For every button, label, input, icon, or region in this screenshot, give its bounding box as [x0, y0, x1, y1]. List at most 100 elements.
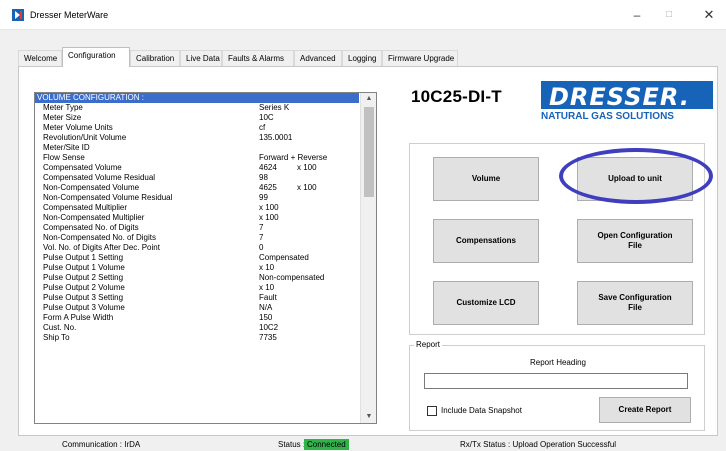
close-button[interactable]: ✕ [698, 6, 720, 24]
config-row[interactable]: Compensated Multiplier x 100 [35, 203, 359, 213]
config-row-label: Non-Compensated No. of Digits [43, 233, 156, 242]
include-data-snapshot-label: Include Data Snapshot [441, 406, 522, 415]
save-configuration-file-button[interactable]: Save Configuration File [577, 281, 693, 325]
report-group-title: Report [414, 340, 443, 349]
minimize-button[interactable]: – [626, 6, 648, 24]
config-row[interactable]: Non-Compensated No. of Digits 7 [35, 233, 359, 243]
customize-lcd-button[interactable]: Customize LCD [433, 281, 539, 325]
config-row[interactable]: Compensated Volume Residual 98 [35, 173, 359, 183]
config-row-value: 0 [259, 243, 264, 252]
config-rows: Meter Type Series K Meter Size 10C Meter Vol… [35, 103, 359, 343]
config-row-value: N/A [259, 303, 273, 312]
compensations-button[interactable]: Compensations [433, 219, 539, 263]
config-row-value: x 10 [259, 263, 275, 272]
tab-strip: Welcome Configuration Calibration Live D… [18, 47, 718, 67]
config-row[interactable]: Non-Compensated Volume 4625 x 100 [35, 183, 359, 193]
config-row-value: 4624 [259, 163, 277, 172]
config-row[interactable]: Pulse Output 1 Volume x 10 [35, 263, 359, 273]
include-data-snapshot-checkbox[interactable] [427, 406, 437, 416]
logo-subtitle: NATURAL GAS SOLUTIONS [541, 111, 674, 122]
tab-faults-alarms[interactable]: Faults & Alarms [222, 50, 294, 66]
config-row[interactable]: Revolution/Unit Volume 135.0001 [35, 133, 359, 143]
config-row[interactable]: Non-Compensated Multiplier x 100 [35, 213, 359, 223]
status-label: Status : [278, 440, 306, 449]
config-row-label: Meter Type [43, 103, 83, 112]
report-heading-label: Report Heading [529, 358, 587, 367]
scroll-down-arrow-icon[interactable]: ▼ [361, 411, 376, 423]
config-row[interactable]: Compensated No. of Digits 7 [35, 223, 359, 233]
config-row[interactable]: Cust. No. 10C2 [35, 323, 359, 333]
config-row[interactable]: Pulse Output 3 Setting Fault [35, 293, 359, 303]
config-row-label: Non-Compensated Volume [43, 183, 140, 192]
config-row-label: Compensated No. of Digits [43, 223, 139, 232]
config-row[interactable]: Ship To 7735 [35, 333, 359, 343]
config-row-label: Meter/Site ID [43, 143, 90, 152]
config-list-scrollbar[interactable]: ▲ ▼ [360, 93, 376, 423]
tab-configuration[interactable]: Configuration [62, 47, 130, 67]
scroll-thumb[interactable] [364, 107, 374, 197]
open-configuration-file-button[interactable]: Open Configuration File [577, 219, 693, 263]
config-row-value: 135.0001 [259, 133, 293, 142]
config-row-label: Revolution/Unit Volume [43, 133, 127, 142]
tab-welcome[interactable]: Welcome [18, 50, 62, 66]
config-row-label: Pulse Output 3 Setting [43, 293, 124, 302]
config-row[interactable]: Meter Size 10C [35, 113, 359, 123]
config-row-label: Pulse Output 1 Volume [43, 263, 125, 272]
config-row-value: 10C [259, 113, 274, 122]
config-row-label: Pulse Output 2 Setting [43, 273, 124, 282]
config-row[interactable]: Pulse Output 3 Volume N/A [35, 303, 359, 313]
config-row-label: Compensated Volume [43, 163, 122, 172]
config-row-value: 150 [259, 313, 273, 322]
window-title: Dresser MeterWare [30, 10, 109, 20]
tab-live-data[interactable]: Live Data [180, 50, 222, 66]
volume-configuration-list[interactable]: VOLUME CONFIGURATION : Meter Type Series … [34, 92, 377, 424]
config-row[interactable]: Non-Compensated Volume Residual 99 [35, 193, 359, 203]
tab-calibration[interactable]: Calibration [130, 50, 180, 66]
config-row-value: Forward + Reverse [259, 153, 328, 162]
app-logo-icon [12, 9, 24, 21]
config-row-value: Series K [259, 103, 290, 112]
create-report-button[interactable]: Create Report [599, 397, 691, 423]
config-row[interactable]: Meter Volume Units cf [35, 123, 359, 133]
config-row-label: Compensated Multiplier [43, 203, 128, 212]
config-row-value: 10C2 [259, 323, 279, 332]
tab-logging[interactable]: Logging [342, 50, 382, 66]
config-row-label: Pulse Output 1 Setting [43, 253, 124, 262]
config-row-multiplier: x 100 [297, 183, 317, 192]
config-row-label: Vol. No. of Digits After Dec. Point [43, 243, 160, 252]
report-heading-input[interactable] [424, 373, 688, 389]
dresser-logo: DRESSER. NATURAL GAS SOLUTIONS [529, 75, 715, 131]
config-row[interactable]: Pulse Output 1 Setting Compensated [35, 253, 359, 263]
upload-highlight-ring [559, 148, 713, 204]
tab-advanced[interactable]: Advanced [294, 50, 342, 66]
config-list-header: VOLUME CONFIGURATION : [35, 93, 359, 103]
config-row-value: Non-compensated [259, 273, 325, 282]
config-row-multiplier: x 100 [297, 163, 317, 172]
title-bar: Dresser MeterWare – □ ✕ [0, 0, 726, 30]
config-row-value: 99 [259, 193, 268, 202]
volume-button[interactable]: Volume [433, 157, 539, 201]
config-row[interactable]: Flow Sense Forward + Reverse [35, 153, 359, 163]
maximize-button[interactable]: □ [658, 6, 680, 24]
config-row-value: 4625 [259, 183, 277, 192]
config-row[interactable]: Meter/Site ID [35, 143, 359, 153]
config-row-label: Meter Size [43, 113, 82, 122]
tab-firmware-upgrade[interactable]: Firmware Upgrade [382, 50, 458, 66]
config-row[interactable]: Pulse Output 2 Volume x 10 [35, 283, 359, 293]
scroll-up-arrow-icon[interactable]: ▲ [361, 93, 376, 105]
config-row[interactable]: Form A Pulse Width 150 [35, 313, 359, 323]
config-row[interactable]: Vol. No. of Digits After Dec. Point 0 [35, 243, 359, 253]
config-row-label: Compensated Volume Residual [43, 173, 156, 182]
config-row[interactable]: Pulse Output 2 Setting Non-compensated [35, 273, 359, 283]
configuration-panel: VOLUME CONFIGURATION : Meter Type Series … [18, 66, 718, 436]
config-row[interactable]: Meter Type Series K [35, 103, 359, 113]
status-bar: Communication : IrDA Status : Connected … [0, 438, 726, 451]
model-label: 10C25-DI-T [411, 87, 502, 106]
config-row-value: 7735 [259, 333, 277, 342]
config-row[interactable]: Compensated Volume 4624 x 100 [35, 163, 359, 173]
communication-status: Communication : IrDA [62, 440, 141, 449]
config-row-value: cf [259, 123, 266, 132]
config-row-value: x 10 [259, 283, 275, 292]
config-row-value: Fault [259, 293, 277, 302]
config-row-label: Form A Pulse Width [43, 313, 114, 322]
